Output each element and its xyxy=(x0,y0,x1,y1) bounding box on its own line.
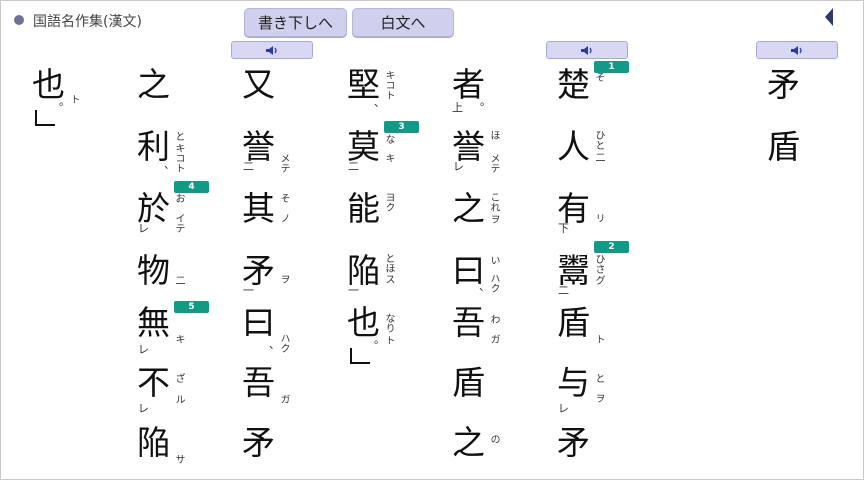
kanji-char: 之 xyxy=(137,65,170,104)
kaeriten: 一 xyxy=(243,284,254,297)
kanji-char: 又 xyxy=(242,65,275,104)
okurigana: ル xyxy=(173,394,184,404)
kanji-char: 吾 xyxy=(242,363,275,402)
kaeriten: レ xyxy=(138,402,149,415)
speaker-icon xyxy=(791,45,802,55)
kanji-char: 盾 xyxy=(452,363,485,402)
furigana: ざ xyxy=(173,373,184,383)
annotation-badge[interactable]: 2 xyxy=(594,241,629,253)
kakikudashi-button[interactable]: 書き下しへ xyxy=(244,8,347,37)
touten-mark: 、 xyxy=(479,280,490,293)
furigana: わ xyxy=(488,314,499,324)
kanji-char: 其 xyxy=(242,189,275,228)
okurigana: ガ xyxy=(488,334,499,344)
kaeriten: 二 xyxy=(243,160,254,173)
touten-mark: 、 xyxy=(374,96,385,109)
kaeriten: レ xyxy=(138,222,149,235)
speaker-icon xyxy=(581,45,592,55)
okurigana: リ xyxy=(593,213,604,223)
furigana: ほ xyxy=(488,130,499,140)
furigana: とほ xyxy=(383,253,394,273)
furigana: お xyxy=(173,193,184,203)
kanji-char: 吾 xyxy=(452,303,485,342)
okurigana: ヲ xyxy=(488,214,499,224)
audio-button-col1[interactable] xyxy=(546,41,628,59)
annotation-badge[interactable]: 4 xyxy=(174,181,209,193)
kanji-char: 陥 xyxy=(137,423,170,462)
closing-bracket xyxy=(350,348,370,364)
okurigana: キ xyxy=(173,334,184,344)
kanji-char: 物 xyxy=(137,251,170,290)
page-title: 国語名作集(漢文) xyxy=(33,14,142,30)
hakubun-button[interactable]: 白文へ xyxy=(352,8,454,37)
okurigana: キ xyxy=(383,153,394,163)
kanji-char: 不 xyxy=(137,363,170,402)
okurigana: ト xyxy=(593,334,604,344)
back-triangle-icon[interactable] xyxy=(825,8,833,26)
okurigana: ヲ xyxy=(593,393,604,403)
kaeriten: レ xyxy=(558,402,569,415)
kanji-char: 能 xyxy=(347,189,380,228)
annotation-badge[interactable]: 5 xyxy=(174,301,209,313)
audio-button-col4[interactable] xyxy=(231,41,313,59)
kuten-mark: 。 xyxy=(59,95,70,108)
kanji-char: 矛 xyxy=(557,423,590,462)
okurigana: サ xyxy=(173,454,184,464)
kanji-char: 之 xyxy=(452,423,485,462)
kanji-char: 矛 xyxy=(767,65,800,104)
annotation-badge[interactable]: 1 xyxy=(594,61,629,73)
okurigana: ス xyxy=(383,274,394,284)
kaeriten: レ xyxy=(453,160,464,173)
kaeriten: 下 xyxy=(558,222,569,235)
audio-button-title[interactable] xyxy=(756,41,838,59)
furigana: そ xyxy=(593,72,604,82)
furigana: の xyxy=(488,434,499,444)
kanji-char: 楚 xyxy=(557,65,590,104)
kanji-char: 曰 xyxy=(242,303,275,342)
furigana: と xyxy=(173,131,184,141)
kanji-char: 無 xyxy=(137,303,170,342)
app-frame: 国語名作集(漢文) 書き下しへ 白文へ 矛 盾 楚 そ 人 ひと 二 有 リ 下… xyxy=(0,0,864,480)
kanji-char: 矛 xyxy=(242,423,275,462)
furigana: い xyxy=(488,255,499,265)
kuten-mark: 。 xyxy=(374,333,385,346)
touten-mark: 、 xyxy=(164,158,175,171)
okurigana: グ xyxy=(593,275,604,285)
furigana: ひさ xyxy=(593,254,604,274)
kaeriten: 二 xyxy=(558,284,569,297)
kaeriten: レ xyxy=(138,343,149,356)
okurigana: メテ xyxy=(278,153,289,173)
annotation-badge[interactable]: 3 xyxy=(384,121,419,133)
okurigana: ヨク xyxy=(383,192,394,212)
furigana: ひと xyxy=(593,130,604,150)
furigana: と xyxy=(593,373,604,383)
okurigana: 二 xyxy=(593,152,604,162)
kanji-char: 与 xyxy=(557,363,590,402)
okurigana: ガ xyxy=(278,394,289,404)
kuten-mark: 。 xyxy=(480,95,491,108)
kanji-char: 之 xyxy=(452,189,485,228)
okurigana: ノ xyxy=(278,213,289,223)
okurigana: 二 xyxy=(173,275,184,285)
furigana: なり xyxy=(383,313,394,333)
kaeriten: 一 xyxy=(348,284,359,297)
furigana: そ xyxy=(278,193,289,203)
okurigana: イテ xyxy=(173,213,184,233)
okurigana: ヲ xyxy=(278,274,289,284)
furigana: な xyxy=(383,134,394,144)
speaker-icon xyxy=(266,45,277,55)
okurigana: メテ xyxy=(488,153,499,173)
kaeriten: 二 xyxy=(348,160,359,173)
kanji-char: 盾 xyxy=(767,127,800,166)
kanji-char: 人 xyxy=(557,127,590,166)
kanji-char: 盾 xyxy=(557,303,590,342)
kaeriten: 上 xyxy=(452,101,463,114)
closing-bracket xyxy=(35,110,55,126)
title-bullet xyxy=(14,15,24,25)
furigana: これ xyxy=(488,192,499,212)
touten-mark: 、 xyxy=(269,338,280,351)
